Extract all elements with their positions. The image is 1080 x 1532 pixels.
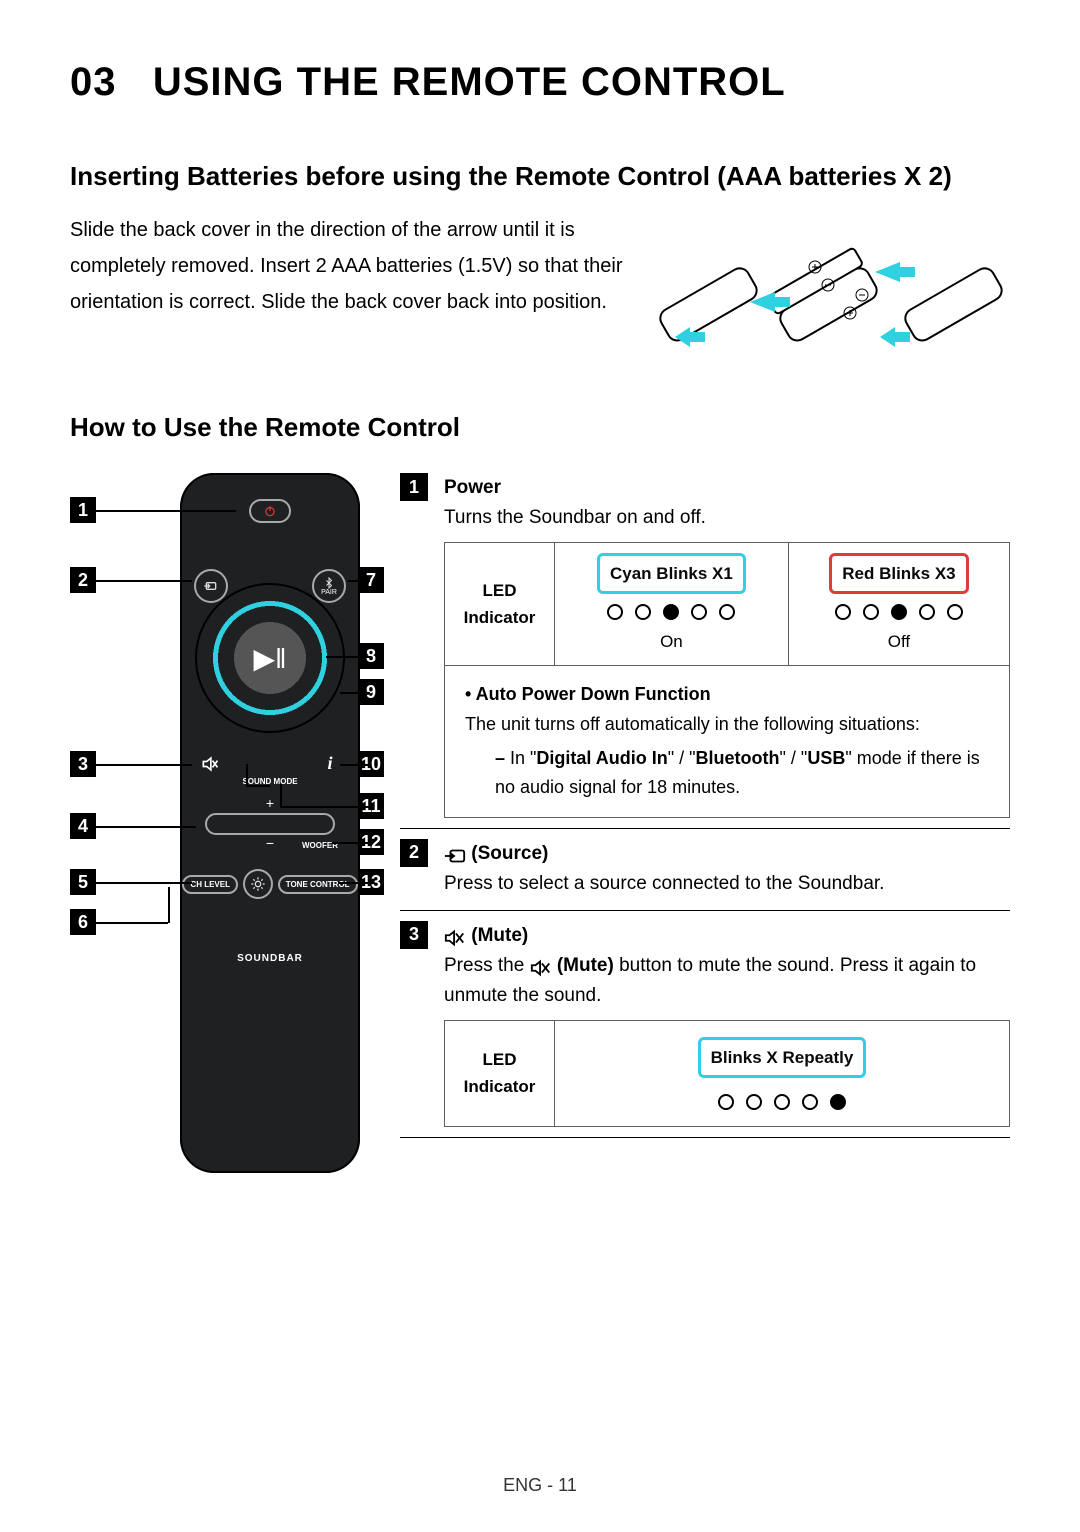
pair-label: PAIR: [321, 589, 337, 596]
mute-led-table: LED Indicator Blinks X Repeatly: [444, 1020, 1010, 1127]
callout-6: 6: [70, 909, 96, 935]
batteries-title: Inserting Batteries before using the Rem…: [70, 161, 1010, 192]
batteries-figure: [650, 212, 1010, 372]
source-icon: [444, 845, 466, 863]
play-pause-icon: ▶ǁ: [253, 642, 286, 675]
led-dots-mute: [718, 1094, 846, 1110]
volume-plus-icon: +: [266, 795, 274, 811]
mute-title-icon: [444, 927, 466, 945]
desc-power: 1 Power Turns the Soundbar on and off. L…: [400, 473, 1010, 818]
note-sub: In "Digital Audio In" / "Bluetooth" / "U…: [495, 744, 989, 803]
led-label: LED Indicator: [445, 542, 555, 665]
chapter-heading: 03 USING THE REMOTE CONTROL: [70, 60, 1010, 105]
ch-level-button: CH LEVEL: [182, 875, 238, 894]
state-off: Off: [801, 628, 997, 655]
note-text: The unit turns off automatically in the …: [465, 714, 920, 734]
power-led-table: LED Indicator Cyan Blinks X1 On Red Blin…: [444, 542, 1010, 666]
howto-title: How to Use the Remote Control: [70, 412, 1010, 443]
mute-text: Press the (Mute) button to mute the soun…: [444, 955, 976, 1006]
batteries-text: Slide the back cover in the direction of…: [70, 212, 626, 372]
led-dots-off: [801, 604, 997, 620]
mute-title: (Mute): [471, 925, 528, 946]
source-title: (Source): [471, 843, 548, 864]
desc-mute: 3 (Mute) Press the (Mute) button to mute…: [400, 921, 1010, 1127]
red-blink-title: Red Blinks X3: [829, 553, 968, 594]
callout-5: 5: [70, 869, 96, 895]
power-button-graphic: [249, 499, 291, 523]
auto-power-down-note: Auto Power Down Function The unit turns …: [444, 666, 1010, 818]
chapter-title: USING THE REMOTE CONTROL: [153, 60, 786, 104]
power-text: Turns the Soundbar on and off.: [444, 507, 706, 528]
nav-ring: ▶ǁ: [195, 583, 345, 733]
sound-mode-connector: [255, 753, 285, 774]
sound-mode-label: SOUND MODE: [180, 777, 360, 786]
volume-minus-icon: −: [266, 835, 274, 851]
mute-led-label: LED Indicator: [445, 1020, 555, 1126]
callout-3: 3: [70, 751, 96, 777]
chapter-number: 03: [70, 60, 117, 104]
source-text: Press to select a source connected to th…: [444, 873, 884, 894]
tone-control-button: TONE CONTROL: [278, 875, 358, 894]
mute-blink-title: Blinks X Repeatly: [698, 1037, 867, 1078]
desc-num-2: 2: [400, 839, 428, 867]
remote-diagram: PAIR ▶ǁ i SOUND MODE + − WOOFER CH LEVEL…: [70, 473, 370, 1193]
led-dots-on: [567, 604, 776, 620]
callout-1: 1: [70, 497, 96, 523]
desc-num-1: 1: [400, 473, 428, 501]
callout-4: 4: [70, 813, 96, 839]
gear-icon: [243, 869, 273, 899]
page-footer: ENG - 11: [0, 1475, 1080, 1496]
desc-source: 2 (Source) Press to select a source conn…: [400, 839, 1010, 900]
brand-label: SOUNDBAR: [180, 953, 360, 964]
note-title: Auto Power Down Function: [476, 684, 711, 704]
state-on: On: [567, 628, 776, 655]
volume-rocker: [205, 813, 335, 835]
mute-inline-icon: [530, 957, 552, 975]
cyan-blink-title: Cyan Blinks X1: [597, 553, 746, 594]
pair-button-graphic: PAIR: [312, 569, 346, 603]
mute-icon: [195, 753, 225, 774]
power-title: Power: [444, 477, 501, 498]
desc-num-3: 3: [400, 921, 428, 949]
callout-2: 2: [70, 567, 96, 593]
